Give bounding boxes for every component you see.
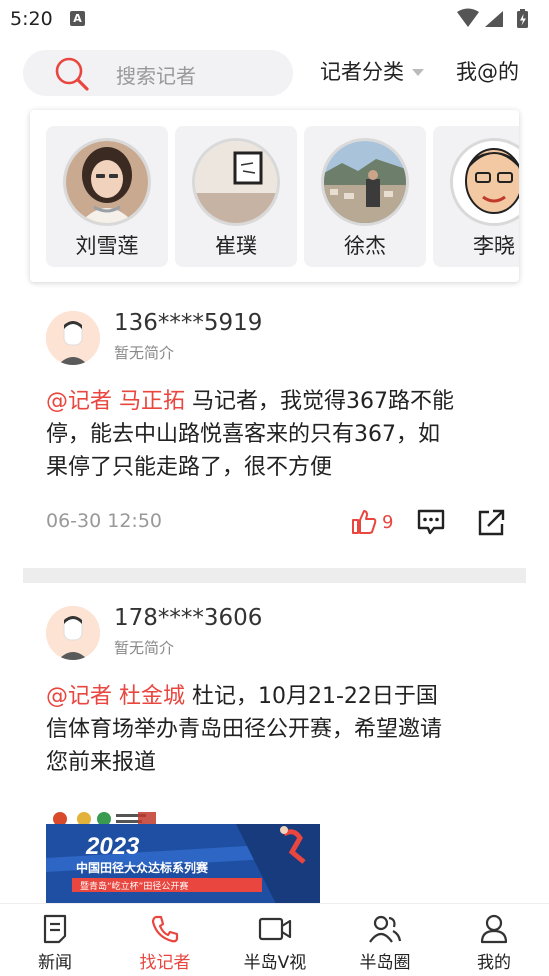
post-line: 果停了只能走路了，很不方便 bbox=[46, 455, 333, 480]
search-icon bbox=[55, 57, 89, 91]
reporter-avatar bbox=[192, 138, 280, 226]
post-line: @记者 马正拓 马记者，我觉得367路不能 bbox=[46, 389, 454, 414]
post-bio: 暂无简介 bbox=[114, 639, 175, 657]
post-line: 停，能去中山路悦喜客来的只有367，如 bbox=[46, 422, 440, 447]
notification-icon: A bbox=[70, 11, 85, 26]
post-line: 您前来报道 bbox=[46, 750, 157, 775]
search-placeholder: 搜索记者 bbox=[116, 64, 196, 88]
person-icon bbox=[480, 914, 508, 944]
post-time: 06-30 12:50 bbox=[46, 510, 163, 532]
reporter-card[interactable]: 刘雪莲 bbox=[46, 126, 168, 267]
share-icon[interactable] bbox=[476, 507, 506, 537]
post-username[interactable]: 136****5919 bbox=[114, 310, 262, 336]
bottom-navigation: 新闻 找记者 半岛V视 半岛圈 我的 bbox=[0, 903, 549, 976]
reporter-name: 刘雪莲 bbox=[75, 234, 139, 258]
status-icons bbox=[457, 8, 528, 28]
post-line: @记者 杜金城 杜记，10月21-22日于国 bbox=[46, 684, 438, 709]
search-input[interactable]: 搜索记者 bbox=[23, 50, 293, 96]
chevron-down-icon bbox=[412, 68, 424, 76]
news-icon bbox=[43, 914, 67, 944]
reporter-name: 崔璞 bbox=[215, 234, 257, 258]
reporter-mention[interactable]: @记者 杜金城 bbox=[46, 684, 185, 709]
video-icon bbox=[258, 917, 292, 941]
status-time: 5:20 bbox=[10, 8, 53, 30]
banner-subtitle: 暨青岛“屹立杯”田径公开赛 bbox=[80, 880, 188, 892]
nav-label: 找记者 bbox=[139, 953, 191, 973]
nav-item-mine[interactable]: 我的 bbox=[439, 904, 549, 976]
nav-label: 半岛圈 bbox=[359, 953, 411, 973]
section-divider bbox=[23, 568, 526, 583]
reporter-card[interactable]: 崔璞 bbox=[175, 126, 297, 267]
my-mentions-link[interactable]: 我@的 bbox=[456, 56, 519, 86]
nav-label: 半岛V视 bbox=[243, 953, 307, 973]
post-username[interactable]: 178****3606 bbox=[114, 605, 262, 631]
nav-label: 新闻 bbox=[38, 953, 72, 973]
reporter-name: 李晓 bbox=[473, 234, 515, 258]
nav-item-video[interactable]: 半岛V视 bbox=[220, 904, 330, 976]
default-avatar-icon bbox=[46, 606, 100, 660]
post-line: 信体育场举办青岛田径公开赛，希望邀请 bbox=[46, 717, 443, 742]
banner-year: 2023 bbox=[85, 833, 140, 860]
avatar[interactable] bbox=[46, 606, 100, 660]
default-avatar-icon bbox=[46, 311, 100, 365]
nav-item-news[interactable]: 新闻 bbox=[0, 904, 110, 976]
category-label: 记者分类 bbox=[320, 60, 404, 84]
thumbs-up-icon bbox=[352, 510, 377, 534]
status-bar: 5:20 A bbox=[0, 0, 549, 38]
people-icon bbox=[369, 915, 402, 943]
like-button[interactable]: 9 bbox=[350, 508, 393, 536]
reporter-avatar bbox=[63, 138, 151, 226]
comment-icon[interactable] bbox=[416, 507, 446, 537]
reporter-avatar bbox=[321, 138, 409, 226]
reporter-card[interactable]: 李晓 bbox=[433, 126, 519, 267]
post-bio: 暂无简介 bbox=[114, 344, 175, 362]
reporter-mention[interactable]: @记者 马正拓 bbox=[46, 389, 185, 414]
reporter-card[interactable]: 徐杰 bbox=[304, 126, 426, 267]
banner-title: 中国田径大众达标系列赛 bbox=[76, 860, 209, 875]
reporter-carousel[interactable]: 刘雪莲 崔璞 徐杰 李晓 bbox=[30, 110, 519, 282]
avatar[interactable] bbox=[46, 311, 100, 365]
reporter-name: 徐杰 bbox=[344, 234, 386, 258]
phone-icon bbox=[151, 915, 179, 943]
reporter-category-dropdown[interactable]: 记者分类 bbox=[320, 56, 424, 86]
post-image[interactable]: 2023 中国田径大众达标系列赛 暨青岛“屹立杯”田径公开赛 bbox=[46, 806, 320, 904]
like-count: 9 bbox=[382, 511, 394, 533]
reporter-avatar bbox=[450, 138, 519, 226]
nav-label: 我的 bbox=[477, 953, 511, 973]
nav-item-find-reporter[interactable]: 找记者 bbox=[110, 904, 220, 976]
nav-item-circle[interactable]: 半岛圈 bbox=[330, 904, 440, 976]
post-content[interactable]: @记者 杜金城 杜记，10月21-22日于国 信体育场举办青岛田径公开赛，希望邀… bbox=[46, 680, 516, 779]
post-content[interactable]: @记者 马正拓 马记者，我觉得367路不能 停，能去中山路悦喜客来的只有367，… bbox=[46, 385, 516, 484]
